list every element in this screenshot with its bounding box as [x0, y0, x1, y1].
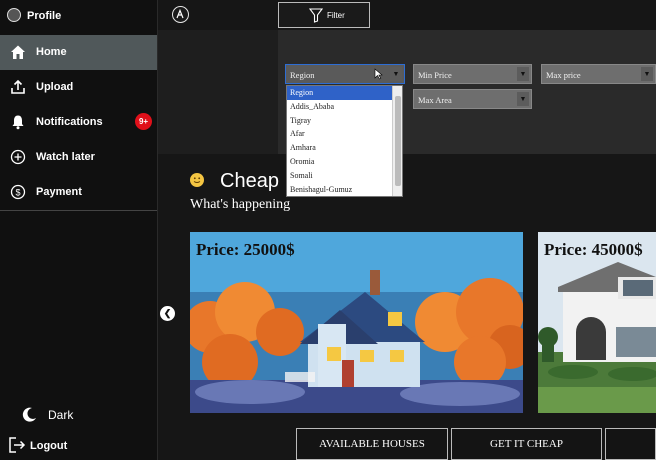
- region-option[interactable]: Benishagul-Gumuz: [287, 183, 394, 197]
- notifications-badge: 9+: [135, 113, 152, 130]
- filter-button[interactable]: Filter: [278, 2, 370, 28]
- max-area-select[interactable]: Max Area ▼: [413, 89, 532, 109]
- region-option[interactable]: Amhara: [287, 141, 394, 155]
- chevron-down-icon: ▼: [517, 92, 529, 106]
- filter-label: Filter: [327, 11, 345, 20]
- smiley-icon: [190, 173, 204, 187]
- sidebar-item-label: Watch later: [36, 151, 95, 163]
- min-price-select[interactable]: Min Price ▼: [413, 64, 532, 84]
- profile-label: Profile: [27, 10, 62, 22]
- sidebar-item-upload[interactable]: Upload: [0, 70, 157, 105]
- region-option[interactable]: Oromia: [287, 155, 394, 169]
- sidebar-item-payment[interactable]: $ Payment: [0, 175, 157, 210]
- card-price: Price: 25000$: [196, 240, 295, 259]
- funnel-icon: [309, 8, 323, 23]
- available-houses-button[interactable]: AVAILABLE HOUSES: [296, 428, 448, 460]
- avatar-icon: [7, 8, 21, 22]
- scrollbar-thumb[interactable]: [395, 96, 401, 186]
- region-option[interactable]: Tigray: [287, 114, 394, 128]
- sidebar-divider: [0, 210, 157, 211]
- max-price-value: Max price: [546, 70, 581, 80]
- sidebar-item-watch-later[interactable]: Watch later: [0, 140, 157, 175]
- extra-button[interactable]: [605, 428, 656, 460]
- upload-icon: [11, 79, 25, 94]
- min-price-value: Min Price: [418, 70, 452, 80]
- top-bar: [158, 0, 656, 30]
- house-card[interactable]: Price: 45000$: [538, 232, 656, 413]
- card-price: Price: 45000$: [544, 240, 643, 259]
- house-card[interactable]: Price: 25000$: [190, 232, 523, 413]
- sidebar-item-label: Upload: [36, 81, 74, 93]
- region-option[interactable]: Addis_Ababa: [287, 100, 394, 114]
- sidebar-item-home[interactable]: Home: [0, 35, 157, 70]
- svg-text:$: $: [15, 187, 20, 197]
- region-option[interactable]: Afar: [287, 127, 394, 141]
- page-title: Cheap: [220, 170, 279, 192]
- region-dropdown-list: Region Addis_Ababa Tigray Afar Amhara Oromia S…: [286, 85, 403, 197]
- plus-circle-icon: [10, 149, 26, 165]
- sidebar-item-label: Payment: [36, 186, 82, 198]
- carousel-prev-button[interactable]: ❮: [160, 306, 175, 321]
- region-option[interactable]: Region: [287, 86, 394, 100]
- max-area-value: Max Area: [418, 95, 452, 105]
- chevron-down-icon: ▼: [390, 67, 402, 81]
- dollar-circle-icon: $: [10, 184, 26, 200]
- sidebar-item-label: Notifications: [36, 116, 103, 128]
- chevron-down-icon: ▼: [641, 67, 653, 81]
- bell-icon: [12, 115, 24, 130]
- logout-icon: [9, 437, 26, 453]
- chevron-down-icon: ▼: [517, 67, 529, 81]
- logout-label: Logout: [30, 440, 68, 452]
- sidebar: Profile Home Upload Notifications Watch …: [0, 0, 158, 460]
- sidebar-item-notifications[interactable]: Notifications: [0, 105, 157, 140]
- max-price-select[interactable]: Max price ▼: [541, 64, 656, 84]
- region-option[interactable]: Somali: [287, 169, 394, 183]
- moon-icon: [22, 407, 36, 422]
- dark-mode-label: Dark: [48, 408, 74, 422]
- get-it-cheap-button[interactable]: GET IT CHEAP: [451, 428, 602, 460]
- region-select-value: Region: [290, 70, 315, 80]
- region-select[interactable]: Region ▼: [285, 64, 405, 84]
- mouse-cursor-icon: [374, 68, 383, 80]
- logo-icon[interactable]: [172, 6, 189, 23]
- dropdown-scrollbar[interactable]: [392, 86, 402, 196]
- page-subtitle: What's happening: [190, 197, 291, 212]
- sidebar-item-label: Home: [36, 46, 67, 58]
- profile-link[interactable]: Profile: [0, 0, 157, 34]
- home-icon: [11, 45, 25, 59]
